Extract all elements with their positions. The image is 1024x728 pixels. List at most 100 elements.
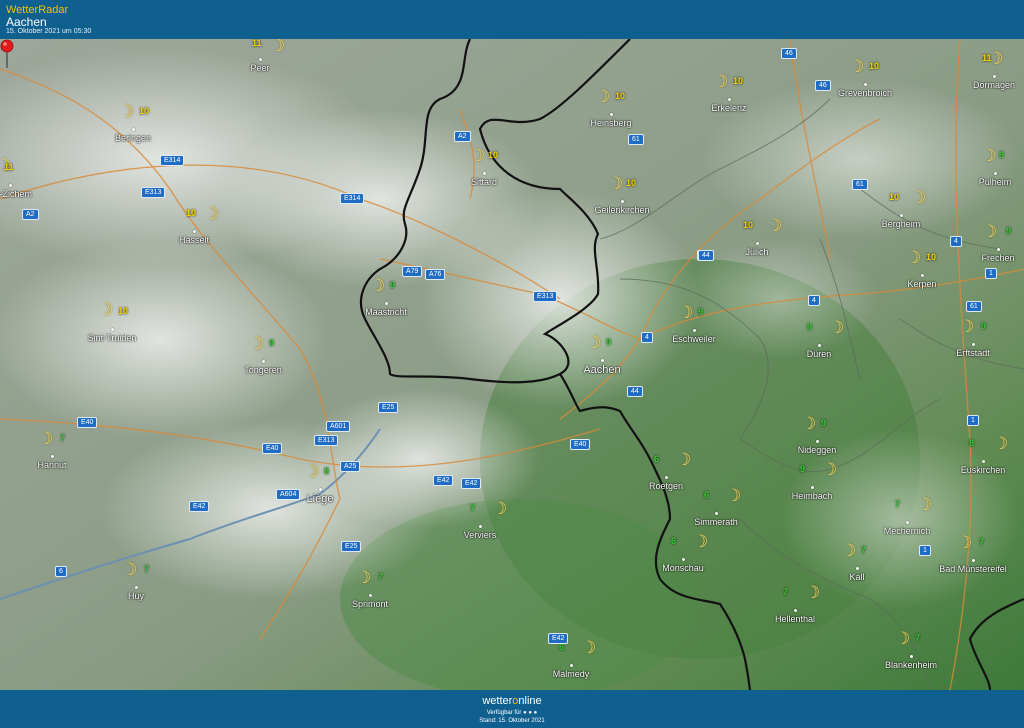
- city-label[interactable]: Euskirchen: [961, 465, 1006, 475]
- crescent-moon-icon: ☽: [726, 486, 742, 505]
- city-label[interactable]: Sprimont: [352, 599, 388, 609]
- road-sign: 61: [628, 134, 644, 145]
- city-dot: [811, 486, 814, 489]
- city-label[interactable]: Beringen: [115, 133, 151, 143]
- city-label[interactable]: Simmerath: [694, 517, 738, 527]
- crescent-moon-icon: ☽: [270, 39, 286, 55]
- temperature-value: 9: [269, 338, 275, 348]
- city-label[interactable]: Aachen: [583, 364, 620, 376]
- temperature-value: 7: [783, 587, 789, 597]
- city-dot: [816, 440, 819, 443]
- crescent-moon-icon: ☽: [801, 414, 817, 433]
- road-sign: 44: [627, 386, 643, 397]
- city-label[interactable]: Grevenbroich: [838, 88, 892, 98]
- city-label[interactable]: Jülich: [745, 247, 768, 257]
- city-label[interactable]: Heinsberg: [590, 118, 631, 128]
- city-label[interactable]: Peer: [250, 63, 269, 73]
- city-dot: [997, 248, 1000, 251]
- city-label[interactable]: Maastricht: [365, 307, 407, 317]
- map-background: [0, 39, 1024, 690]
- city-label[interactable]: Dormagen: [973, 80, 1015, 90]
- city-label[interactable]: Nideggen: [798, 445, 837, 455]
- city-label[interactable]: Mechernich: [884, 526, 931, 536]
- city-label[interactable]: Pulheim: [979, 177, 1012, 187]
- temperature-value: 7: [979, 537, 985, 547]
- temperature-value: 7: [378, 572, 384, 582]
- temperature-value: 10: [733, 76, 744, 86]
- crescent-moon-icon: ☽: [693, 532, 709, 551]
- crescent-moon-icon: ☽: [249, 334, 265, 353]
- temperature-value: 9: [1006, 226, 1012, 236]
- city-label[interactable]: Verviers: [464, 530, 497, 540]
- city-label[interactable]: vel-Zichem: [0, 189, 32, 199]
- city-label[interactable]: Kerpen: [907, 279, 936, 289]
- crescent-moon-icon: ☽: [911, 188, 927, 207]
- temperature-value: 11: [4, 162, 14, 172]
- forecast-timestamp: 15. Oktober 2021 um 05:30: [6, 28, 92, 35]
- crescent-moon-icon: ☽: [849, 57, 865, 76]
- city-label[interactable]: Kall: [849, 572, 864, 582]
- city-label[interactable]: Erkelenz: [711, 103, 746, 113]
- temperature-value: 7: [861, 545, 867, 555]
- temperature-value: 10: [743, 220, 754, 230]
- city-dot: [921, 274, 924, 277]
- temperature-value: 9: [698, 307, 704, 317]
- city-label[interactable]: Roetgen: [649, 481, 683, 491]
- city-dot: [794, 609, 797, 612]
- temperature-value: 11: [252, 39, 262, 48]
- footer-logo-suffix: nline: [518, 695, 542, 707]
- temperature-value: 9: [807, 322, 813, 332]
- city-label[interactable]: Sint-Truiden: [88, 333, 137, 343]
- app-header: WetterRadar Aachen 15. Oktober 2021 um 0…: [0, 0, 1024, 39]
- road-sign: 4: [808, 295, 820, 306]
- app-footer: wetteronline Verfügbar für ● ● ● Stand: …: [0, 690, 1024, 728]
- crescent-moon-icon: ☽: [917, 495, 933, 514]
- crescent-moon-icon: ☽: [122, 560, 138, 579]
- city-label[interactable]: Frechen: [981, 253, 1014, 263]
- city-dot: [51, 455, 54, 458]
- city-dot: [319, 488, 322, 491]
- footer-availability: Verfügbar für ● ● ●: [486, 710, 538, 716]
- crescent-moon-icon: ☽: [957, 533, 973, 552]
- city-label[interactable]: Monschau: [662, 563, 704, 573]
- city-label[interactable]: Sittard: [471, 177, 497, 187]
- city-label[interactable]: Tongeren: [244, 365, 282, 375]
- road-sign: A25: [340, 461, 361, 472]
- city-label[interactable]: Malmedy: [553, 669, 590, 679]
- road-sign: E314: [340, 193, 365, 204]
- crescent-moon-icon: ☽: [767, 216, 783, 235]
- city-label[interactable]: Hellenthal: [775, 614, 815, 624]
- crescent-moon-icon: ☽: [959, 317, 975, 336]
- city-label[interactable]: Geilenkirchen: [594, 205, 649, 215]
- city-dot: [910, 655, 913, 658]
- city-label[interactable]: Düren: [807, 349, 832, 359]
- temperature-value: 10: [139, 106, 150, 116]
- city-label[interactable]: Hannut: [37, 460, 66, 470]
- crescent-moon-icon: ☽: [676, 450, 692, 469]
- crescent-moon-icon: ☽: [204, 204, 220, 223]
- red-map-pin-icon[interactable]: [0, 39, 14, 69]
- city-label[interactable]: Bad Münstereifel: [939, 564, 1007, 574]
- road-sign: A601: [326, 421, 351, 432]
- weather-radar-map[interactable]: Peer☽11Beringen☽10vel-Zichem☽11Hasselt☽1…: [0, 39, 1024, 690]
- crescent-moon-icon: ☽: [356, 568, 372, 587]
- road-sign: 4: [641, 332, 653, 343]
- city-label[interactable]: Heimbach: [792, 491, 833, 501]
- road-sign: 1: [919, 545, 931, 556]
- city-label[interactable]: Bergheim: [882, 219, 921, 229]
- city-label[interactable]: Erftstadt: [956, 348, 990, 358]
- temperature-value: 7: [895, 499, 901, 509]
- city-label[interactable]: Huy: [128, 591, 144, 601]
- temperature-value: 7: [915, 633, 921, 643]
- road-sign: A2: [454, 131, 471, 142]
- city-label[interactable]: Hasselt: [179, 235, 209, 245]
- road-sign: E25: [378, 402, 399, 413]
- city-dot: [262, 360, 265, 363]
- city-label[interactable]: Eschweiler: [672, 334, 716, 344]
- road-sign: 6: [55, 566, 67, 577]
- city-label[interactable]: Liège: [307, 493, 334, 505]
- city-label[interactable]: Blankenheim: [885, 660, 937, 670]
- crescent-moon-icon: ☽: [38, 429, 54, 448]
- city-dot: [259, 58, 262, 61]
- road-sign: E40: [570, 439, 591, 450]
